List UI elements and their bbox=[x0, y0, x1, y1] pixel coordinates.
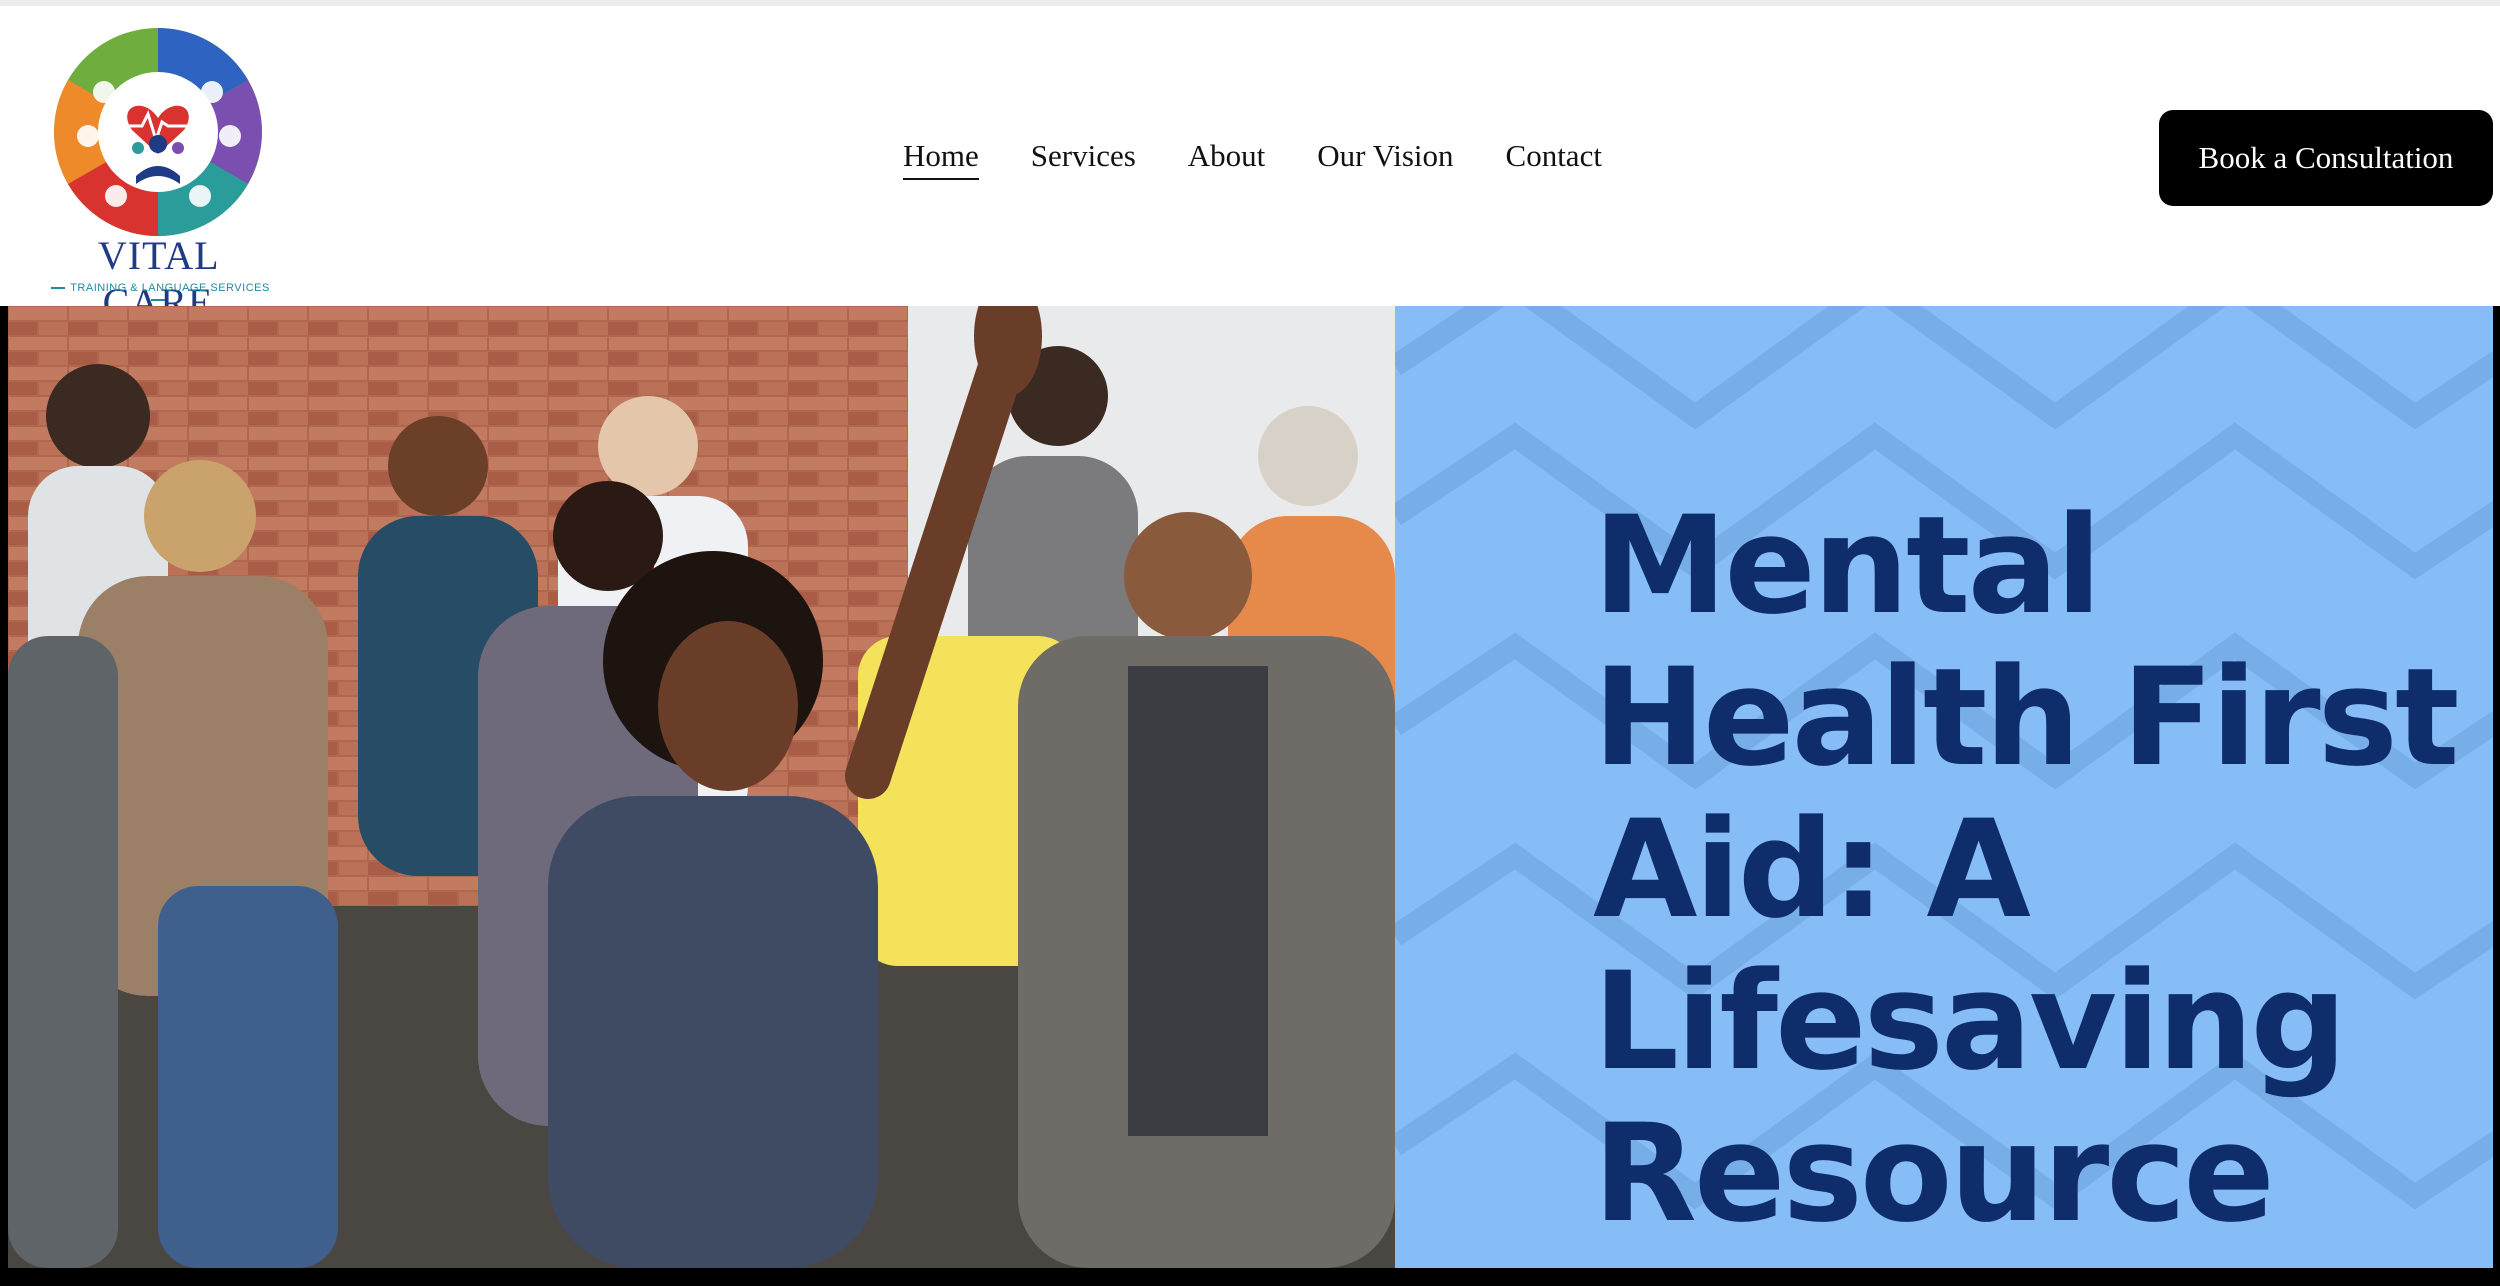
nav-services[interactable]: Services bbox=[1031, 138, 1136, 180]
main-nav: Home Services About Our Vision Contact bbox=[903, 138, 1602, 180]
book-consultation-button[interactable]: Book a Consultation bbox=[2159, 110, 2493, 206]
hero-headline: Mental Health First Aid: A Lifesaving Re… bbox=[1593, 487, 2460, 1252]
hero-bottom-bar bbox=[0, 1268, 2500, 1286]
hero-headline-panel: Mental Health First Aid: A Lifesaving Re… bbox=[1395, 306, 2493, 1268]
nav-home[interactable]: Home bbox=[903, 138, 979, 180]
nav-our-vision[interactable]: Our Vision bbox=[1317, 138, 1453, 180]
training-class-photo bbox=[8, 306, 1395, 1268]
site-header: VITAL CARE TRAINING & LANGUAGE SERVICES … bbox=[0, 6, 2500, 325]
photo-illustration bbox=[8, 306, 1395, 1268]
hero-section: Mental Health First Aid: A Lifesaving Re… bbox=[0, 306, 2500, 1286]
nav-contact[interactable]: Contact bbox=[1506, 138, 1602, 180]
vital-care-logo-icon bbox=[54, 28, 262, 236]
logo-tagline: TRAINING & LANGUAGE SERVICES bbox=[38, 282, 278, 306]
nav-about[interactable]: About bbox=[1188, 138, 1266, 180]
site-logo[interactable]: VITAL CARE TRAINING & LANGUAGE SERVICES bbox=[38, 26, 278, 325]
logo-word-vital: VITAL bbox=[97, 233, 219, 278]
